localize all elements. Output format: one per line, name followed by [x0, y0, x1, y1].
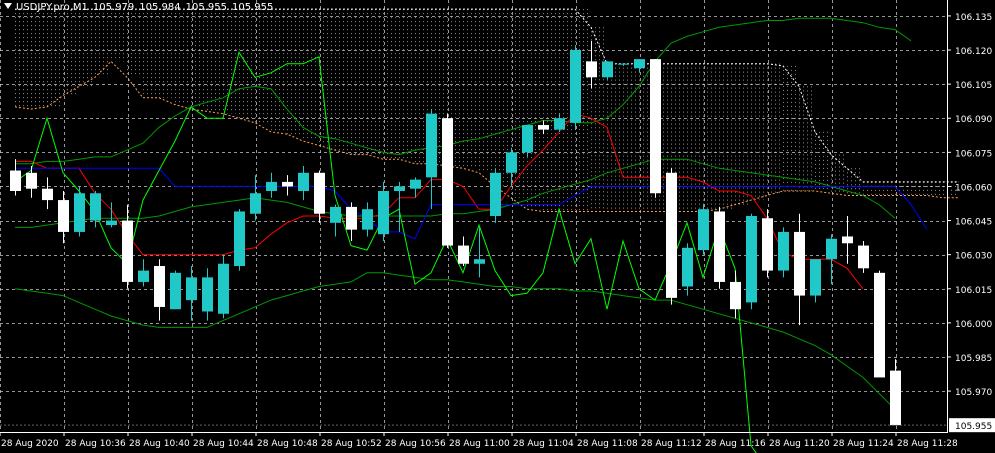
candle-bear [874, 272, 885, 378]
candle-bull [474, 259, 485, 264]
candle-bear [154, 266, 165, 307]
candle-bear [442, 118, 453, 246]
candle-bull [74, 193, 85, 232]
candle-bull [778, 231, 789, 271]
candle-bull [106, 220, 117, 226]
candle-bear [42, 188, 53, 201]
candle-bull [634, 59, 645, 69]
candle-bear [122, 220, 133, 282]
high-value: 105.984 [139, 2, 181, 13]
candle-bull [746, 216, 757, 303]
collapse-triangle-icon[interactable] [4, 3, 12, 9]
chart-background [0, 0, 995, 453]
price-chart[interactable]: 106.135 106.120 106.105 106.090 106.075 106.0… [0, 0, 995, 453]
candle-bull [298, 172, 309, 191]
candle-bull [186, 277, 197, 301]
x-tick-label: 28 Aug 10:40 [129, 439, 190, 449]
y-tick-label: 105.985 [955, 354, 992, 364]
candle-bull [618, 63, 629, 65]
candle-bull [522, 125, 533, 153]
x-tick-label: 28 Aug 11:12 [641, 439, 702, 449]
candle-bull [90, 193, 101, 221]
candle-bear [794, 231, 805, 296]
candle-bull [202, 277, 213, 312]
x-tick-label: 28 Aug 10:56 [385, 439, 446, 449]
y-tick-label: 106.000 [955, 320, 992, 330]
y-tick-label: 106.120 [955, 47, 992, 57]
candle-bull [554, 118, 565, 130]
candle-bull [426, 113, 437, 178]
y-tick-label: 106.015 [955, 286, 992, 296]
x-tick-label: 28 Aug 10:44 [193, 439, 254, 449]
candle-bull [218, 263, 229, 314]
candle-bear [714, 211, 725, 282]
x-tick-label: 28 Aug 10:36 [65, 439, 126, 449]
close-value: 105.955 [232, 2, 274, 13]
y-tick-label: 106.045 [955, 218, 992, 228]
candle-bull [506, 152, 517, 173]
candle-bull [394, 186, 405, 191]
y-tick-label: 105.970 [955, 388, 992, 398]
symbol-label: USDJPY.pro,M1 [16, 2, 88, 13]
candle-bull [602, 61, 613, 78]
candle-bull [362, 209, 373, 230]
x-tick-label: 28 Aug 10:48 [257, 439, 318, 449]
candle-bear [842, 236, 853, 244]
candle-bull [410, 179, 421, 189]
candle-bear [666, 172, 677, 298]
x-tick-label: 28 Aug 11:08 [577, 439, 638, 449]
candle-bull [682, 247, 693, 287]
candle-bull [490, 172, 501, 216]
candle-bear [314, 172, 325, 214]
y-tick-label: 106.135 [955, 13, 992, 23]
x-tick-label: 28 Aug 10:52 [321, 439, 382, 449]
candle-bear [458, 245, 469, 264]
x-tick-label: 28 Aug 11:16 [705, 439, 766, 449]
y-tick-label: 106.075 [955, 149, 992, 159]
y-tick-label: 106.105 [955, 81, 992, 91]
x-tick-label: 28 Aug 11:28 [897, 439, 958, 449]
candle-bear [730, 281, 741, 310]
candle-bull [570, 50, 581, 123]
candle-bull [826, 238, 837, 260]
candle-bear [650, 59, 661, 194]
x-tick-label: 28 Aug 11:20 [769, 439, 830, 449]
x-tick-label: 28 Aug 11:04 [513, 439, 574, 449]
y-tick-label: 106.090 [955, 115, 992, 125]
y-tick-label: 106.030 [955, 252, 992, 262]
current-price-label: 105.955 [955, 422, 992, 432]
low-value: 105.955 [185, 2, 227, 13]
candle-bear [10, 170, 21, 191]
candle-bear [58, 200, 69, 232]
candle-bear [538, 125, 549, 130]
x-tick-label: 28 Aug 11:00 [449, 439, 510, 449]
candle-bull [234, 211, 245, 267]
candle-bull [698, 209, 709, 251]
candle-bull [138, 270, 149, 282]
candle-bear [858, 245, 869, 269]
candle-bull [170, 272, 181, 310]
candle-bear [282, 181, 293, 187]
open-value: 105.979 [92, 2, 135, 13]
candle-bear [26, 172, 37, 189]
candle-bull [810, 259, 821, 296]
chart-header: USDJPY.pro,M1 105.979 105.984 105.955 105.95… [4, 2, 278, 13]
candle-bear [586, 61, 597, 78]
candle-bear [346, 206, 357, 230]
x-tick-label: 28 Aug 2020 [1, 439, 59, 449]
candle-bull [250, 193, 261, 214]
candle-bear [890, 370, 901, 426]
candle-bull [378, 190, 389, 235]
x-tick-label: 28 Aug 11:24 [833, 439, 894, 449]
candle-bull [330, 206, 341, 223]
y-tick-label: 106.060 [955, 183, 992, 193]
candle-bull [266, 181, 277, 191]
candle-bear [762, 218, 773, 271]
